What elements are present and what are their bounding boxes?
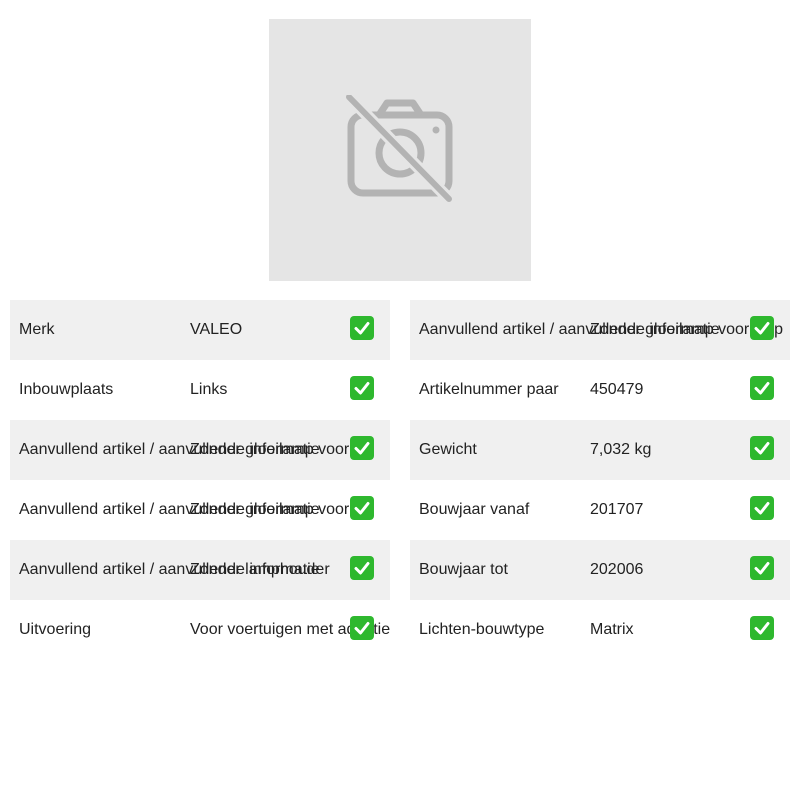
spec-row: Artikelnummer paar 450479 xyxy=(410,360,790,420)
spec-label: Uitvoering xyxy=(19,621,92,638)
spec-value: Zonder gloeilamp voor ro xyxy=(190,501,368,518)
spec-row: Merk VALEO xyxy=(10,300,390,360)
spec-label: Bouwjaar tot xyxy=(419,561,508,578)
spec-label: Inbouwplaats xyxy=(19,381,114,398)
spec-row: Inbouwplaats Links xyxy=(10,360,390,420)
spec-label: Gewicht xyxy=(419,441,477,458)
spec-value: Links xyxy=(190,381,228,398)
check-mark-icon xyxy=(350,556,374,580)
spec-value: VALEO xyxy=(190,321,243,338)
check-mark-icon xyxy=(750,316,774,340)
spec-label: Artikelnummer paar xyxy=(419,381,559,398)
check-mark-icon xyxy=(350,376,374,400)
check-mark-icon xyxy=(750,556,774,580)
spec-row: Bouwjaar tot 202006 xyxy=(410,540,790,600)
spec-row: Aanvullend artikel / aanvullende informa… xyxy=(10,540,390,600)
spec-value: 201707 xyxy=(590,501,644,518)
spec-value: 450479 xyxy=(590,381,644,398)
check-mark-icon xyxy=(750,616,774,640)
spec-value: Zonder gloeilamp voor im xyxy=(190,441,371,458)
spec-label: Bouwjaar vanaf xyxy=(419,501,530,518)
spec-table-left: Merk VALEO Inbouwplaats Links Aanvullend… xyxy=(10,300,390,660)
spec-label: Merk xyxy=(19,321,55,338)
spec-value: 202006 xyxy=(590,561,644,578)
check-mark-icon xyxy=(750,436,774,460)
spec-label: Lichten-bouwtype xyxy=(419,621,545,638)
no-photo-camera-icon xyxy=(345,95,454,204)
product-image-placeholder xyxy=(269,19,531,281)
spec-row: Lichten-bouwtype Matrix xyxy=(410,600,790,660)
check-mark-icon xyxy=(750,496,774,520)
spec-row: Aanvullend artikel / aanvullende informa… xyxy=(10,420,390,480)
spec-table-right: Aanvullend artikel / aanvullende informa… xyxy=(410,300,790,660)
spec-value: Matrix xyxy=(590,621,634,638)
check-mark-icon xyxy=(350,316,374,340)
spec-value: Zonder lamphouder xyxy=(190,561,330,578)
spec-row: Gewicht 7,032 kg xyxy=(410,420,790,480)
spec-row: Aanvullend artikel / aanvullende informa… xyxy=(10,480,390,540)
check-mark-icon xyxy=(350,436,374,460)
check-mark-icon xyxy=(350,616,374,640)
spec-row: Bouwjaar vanaf 201707 xyxy=(410,480,790,540)
spec-value: 7,032 kg xyxy=(590,441,652,458)
spec-row: Uitvoering Voor voertuigen met adaptieve… xyxy=(10,600,390,660)
check-mark-icon xyxy=(350,496,374,520)
check-mark-icon xyxy=(750,376,774,400)
spec-row: Aanvullend artikel / aanvullende informa… xyxy=(410,300,790,360)
